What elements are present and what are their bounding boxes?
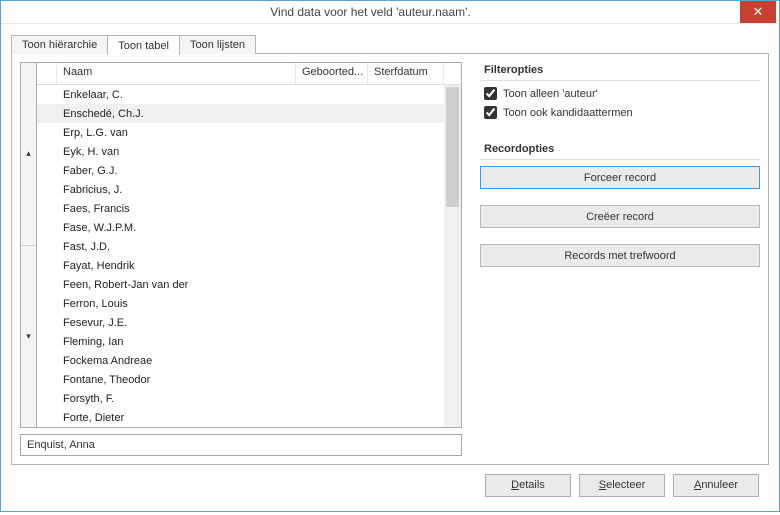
record-options-header: Recordopties	[480, 141, 760, 160]
row-name: Fesevur, J.E.	[57, 317, 296, 329]
row-name: Eyk, H. van	[57, 146, 296, 158]
table-row[interactable]: Feen, Robert-Jan van der	[37, 275, 444, 294]
grid-header-icon[interactable]	[37, 63, 57, 84]
filter-only-author-checkbox[interactable]: Toon alleen 'auteur'	[480, 87, 760, 100]
filter-options-header: Filteropties	[480, 62, 760, 81]
records-with-keyword-button[interactable]: Records met trefwoord	[480, 244, 760, 267]
scrollbar-thumb[interactable]	[446, 87, 459, 207]
grid-body: Enkelaar, C. Enschedé, Ch.J. Erp, L.G. van…	[37, 85, 461, 427]
left-column: ▴ ▾ Naam Geboorted... Sterfdatum	[20, 62, 462, 456]
right-column: Filteropties Toon alleen 'auteur' Toon o…	[480, 62, 760, 456]
tab-lists[interactable]: Toon lijsten	[179, 35, 256, 54]
grid-header-row: Naam Geboorted... Sterfdatum	[37, 63, 461, 85]
dialog-footer: Details Selecteer Annuleer	[11, 465, 769, 505]
vertical-scrollbar[interactable]	[444, 85, 461, 427]
row-name: Fockema Andreae	[57, 355, 296, 367]
table-row[interactable]: Enschedé, Ch.J.	[37, 104, 444, 123]
details-button[interactable]: Details	[485, 474, 571, 497]
client-area: Toon hiërarchie Toon tabel Toon lijsten …	[1, 24, 779, 515]
scrollbar-track[interactable]	[444, 85, 461, 427]
row-name: Enschedé, Ch.J.	[57, 108, 296, 120]
table-row[interactable]: Fayat, Hendrik	[37, 256, 444, 275]
grid-header-death[interactable]: Sterfdatum	[368, 63, 444, 84]
table-row[interactable]: Fast, J.D.	[37, 237, 444, 256]
table-row[interactable]: Ferron, Louis	[37, 294, 444, 313]
row-name: Forsyth, F.	[57, 393, 296, 405]
table-row[interactable]: Fesevur, J.E.	[37, 313, 444, 332]
table-row[interactable]: Fabricius, J.	[37, 180, 444, 199]
table-row[interactable]: Eyk, H. van	[37, 142, 444, 161]
tab-panel: ▴ ▾ Naam Geboorted... Sterfdatum	[11, 53, 769, 465]
tabstrip: Toon hiërarchie Toon tabel Toon lijsten	[11, 32, 769, 54]
row-name: Fleming, Ian	[57, 336, 296, 348]
tab-hierarchy[interactable]: Toon hiërarchie	[11, 35, 108, 54]
filter-candidates-label: Toon ook kandidaattermen	[503, 107, 633, 119]
titlebar: Vind data voor het veld 'auteur.naam'. ✕	[1, 1, 779, 24]
row-name: Erp, L.G. van	[57, 127, 296, 139]
row-scroll-down-button[interactable]: ▾	[21, 246, 36, 428]
filter-candidates-input[interactable]	[484, 106, 497, 119]
cancel-button[interactable]: Annuleer	[673, 474, 759, 497]
search-input-value: Enquist, Anna	[27, 439, 95, 451]
row-name: Fabricius, J.	[57, 184, 296, 196]
grid-header-scroll-gap	[444, 63, 461, 84]
select-button[interactable]: Selecteer	[579, 474, 665, 497]
filter-candidates-checkbox[interactable]: Toon ook kandidaattermen	[480, 106, 760, 119]
filter-only-author-input[interactable]	[484, 87, 497, 100]
table-row[interactable]: Forsyth, F.	[37, 389, 444, 408]
filter-only-author-label: Toon alleen 'auteur'	[503, 88, 598, 100]
close-button[interactable]: ✕	[740, 1, 776, 23]
tab-table[interactable]: Toon tabel	[107, 35, 180, 55]
row-name: Fase, W.J.P.M.	[57, 222, 296, 234]
table-row[interactable]: Fase, W.J.P.M.	[37, 218, 444, 237]
row-name: Fontane, Theodor	[57, 374, 296, 386]
row-name: Faes, Francis	[57, 203, 296, 215]
grid-container: ▴ ▾ Naam Geboorted... Sterfdatum	[20, 62, 462, 428]
row-scroller: ▴ ▾	[21, 63, 37, 427]
row-scroll-up-button[interactable]: ▴	[21, 63, 36, 245]
table-row[interactable]: Forte, Dieter	[37, 408, 444, 427]
table-row[interactable]: Fleming, Ian	[37, 332, 444, 351]
table-row[interactable]: Fockema Andreae	[37, 351, 444, 370]
row-name: Enkelaar, C.	[57, 89, 296, 101]
row-name: Forte, Dieter	[57, 412, 296, 424]
create-record-button[interactable]: Creëer record	[480, 205, 760, 228]
table-row[interactable]: Faes, Francis	[37, 199, 444, 218]
grid-header-birth[interactable]: Geboorted...	[296, 63, 368, 84]
row-name: Ferron, Louis	[57, 298, 296, 310]
row-name: Faber, G.J.	[57, 165, 296, 177]
window-title: Vind data voor het veld 'auteur.naam'.	[1, 5, 740, 19]
grid: Naam Geboorted... Sterfdatum Enkelaar, C…	[37, 63, 461, 427]
table-row[interactable]: Erp, L.G. van	[37, 123, 444, 142]
force-record-button[interactable]: Forceer record	[480, 166, 760, 189]
table-row[interactable]: Fontane, Theodor	[37, 370, 444, 389]
search-input[interactable]: Enquist, Anna	[20, 434, 462, 456]
row-name: Fayat, Hendrik	[57, 260, 296, 272]
window: Vind data voor het veld 'auteur.naam'. ✕…	[0, 0, 780, 512]
table-row[interactable]: Enkelaar, C.	[37, 85, 444, 104]
grid-header-name[interactable]: Naam	[57, 63, 296, 84]
table-row[interactable]: Faber, G.J.	[37, 161, 444, 180]
row-name: Feen, Robert-Jan van der	[57, 279, 296, 291]
row-name: Fast, J.D.	[57, 241, 296, 253]
